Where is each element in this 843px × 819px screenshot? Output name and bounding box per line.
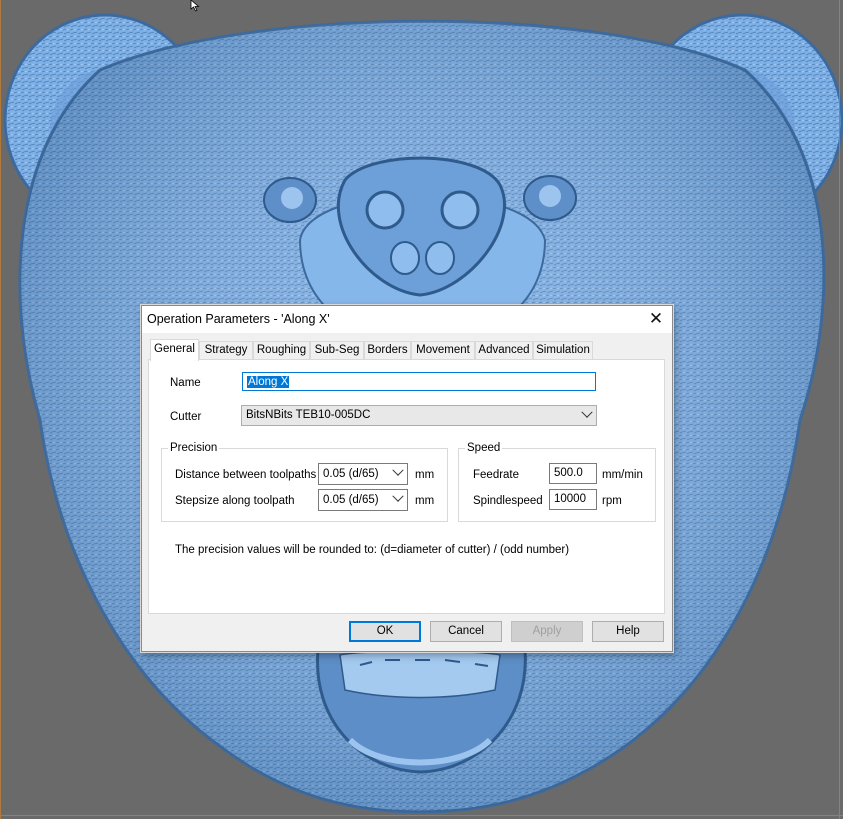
distance-unit: mm (415, 469, 435, 481)
name-input-value: Along X (247, 376, 290, 388)
tab-advanced[interactable]: Advanced (475, 341, 533, 359)
tab-strategy[interactable]: Strategy (199, 341, 253, 359)
help-button[interactable]: Help (592, 621, 664, 642)
distance-between-toolpaths-label: Distance between toolpaths (175, 469, 317, 481)
viewport-frame-left (0, 0, 1, 819)
spindlespeed-label: Spindlespeed (473, 495, 543, 507)
spindlespeed-unit: rpm (602, 495, 622, 507)
cancel-button[interactable]: Cancel (430, 621, 502, 642)
apply-button[interactable]: Apply (511, 621, 583, 642)
chevron-down-icon (392, 464, 404, 476)
speed-group-title: Speed (465, 442, 503, 454)
stepsize-along-toolpath-select[interactable]: 0.05 (d/65) (318, 489, 408, 511)
tab-roughing[interactable]: Roughing (253, 341, 310, 359)
operation-parameters-dialog: Operation Parameters - 'Along X' ✕ Gener… (141, 305, 673, 652)
name-input[interactable]: Along X (242, 372, 596, 391)
spindlespeed-value: 10000 (554, 493, 586, 505)
general-tab-panel: Name Along X Cutter BitsNBits TEB10-005D… (148, 359, 665, 614)
chevron-down-icon (581, 406, 593, 418)
ok-button[interactable]: OK (349, 621, 421, 642)
stepsize-along-toolpath-label: Stepsize along toolpath (175, 495, 295, 507)
precision-group-title: Precision (168, 442, 220, 454)
dialog-title: Operation Parameters - 'Along X' (147, 312, 330, 326)
mouse-cursor-icon (190, 0, 200, 12)
tab-simulation[interactable]: Simulation (533, 341, 593, 359)
tab-sub-seg[interactable]: Sub-Seg (310, 341, 364, 359)
feedrate-value: 500.0 (554, 467, 583, 479)
dialog-titlebar[interactable]: Operation Parameters - 'Along X' ✕ (142, 306, 672, 333)
stepsize-unit: mm (415, 495, 435, 507)
feedrate-input[interactable]: 500.0 (549, 463, 597, 484)
feedrate-label: Feedrate (473, 469, 520, 481)
name-label: Name (170, 377, 201, 389)
stepsize-along-toolpath-value: 0.05 (d/65) (323, 494, 379, 506)
cutter-select-value: BitsNBits TEB10-005DC (246, 409, 371, 421)
tab-general[interactable]: General (150, 339, 199, 361)
spindlespeed-input[interactable]: 10000 (549, 489, 597, 510)
tab-movement[interactable]: Movement (411, 341, 475, 359)
precision-group: Precision Distance between toolpaths 0.0… (161, 442, 448, 522)
close-icon[interactable]: ✕ (640, 306, 672, 333)
distance-between-toolpaths-select[interactable]: 0.05 (d/65) (318, 463, 408, 485)
precision-rounding-note: The precision values will be rounded to:… (175, 544, 570, 556)
speed-group: Speed Feedrate 500.0 mm/min Spindlespeed… (458, 442, 656, 522)
viewport-frame-bottom (0, 815, 843, 816)
chevron-down-icon (392, 490, 404, 502)
viewport-frame-right (839, 0, 840, 819)
cutter-label: Cutter (170, 411, 202, 423)
cutter-select[interactable]: BitsNBits TEB10-005DC (241, 405, 597, 426)
feedrate-unit: mm/min (602, 469, 643, 481)
distance-between-toolpaths-value: 0.05 (d/65) (323, 468, 379, 480)
tab-borders[interactable]: Borders (364, 341, 411, 359)
